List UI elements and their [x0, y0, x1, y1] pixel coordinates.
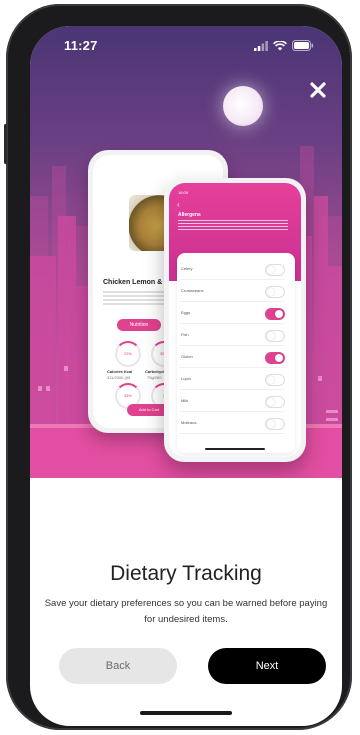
nutrition-tab: Nutrition [117, 319, 161, 331]
mockup-home-indicator [205, 448, 265, 450]
allergens-phone-screen: 16:09 ‹ Allergens Celery Crustaceans Eggs F… [169, 183, 301, 457]
status-time: 11:27 [64, 38, 98, 53]
calories-label: Calories Kcal [107, 369, 133, 374]
mockup-time: 16:09 [178, 190, 189, 195]
wifi-icon [273, 40, 287, 50]
battery-icon [292, 40, 314, 51]
allergens-phone-mockup: 16:09 ‹ Allergens Celery Crustaceans Eggs F… [164, 178, 306, 462]
status-icons [254, 40, 314, 51]
moon [223, 86, 263, 126]
allergen-label: Gluten [181, 354, 193, 359]
allergen-row: Eggs [179, 305, 285, 324]
allergen-label: Molluscs [181, 420, 197, 425]
next-button[interactable]: Next [208, 648, 326, 684]
calories-sub: 311/2000 (69 [107, 375, 131, 380]
close-icon[interactable] [306, 78, 330, 102]
allergen-toggle [265, 396, 285, 408]
home-indicator [140, 711, 232, 715]
allergens-title: Allergens [178, 212, 201, 218]
allergen-toggle [265, 330, 285, 342]
allergen-row: Molluscs [179, 415, 285, 434]
back-button[interactable]: Back [59, 648, 177, 684]
status-bar: 11:27 [30, 26, 342, 70]
allergen-row: Milk [179, 393, 285, 412]
allergen-toggle [265, 286, 285, 298]
page-title: Dietary Tracking [110, 562, 262, 585]
allergen-label: Celery [181, 266, 193, 271]
allergen-toggle [265, 418, 285, 430]
allergen-toggle [265, 352, 285, 364]
allergen-row: Lupin [179, 371, 285, 390]
allergen-label: Milk [181, 398, 189, 403]
carbs-label: Carbohydr [145, 369, 166, 374]
allergen-label: Fish [181, 332, 189, 337]
allergen-toggle [265, 308, 285, 320]
hero-illustration: ✕ Chicken Lemon & Or Nutrition 25% 35% C… [30, 26, 342, 478]
mockup-back-icon: ‹ [177, 200, 180, 209]
allergen-toggle [265, 264, 285, 276]
allergen-toggle [265, 374, 285, 386]
allergens-intro-text [178, 220, 288, 230]
calories-ring: 25% [115, 341, 141, 367]
page-description: Save your dietary preferences so you can… [44, 598, 328, 625]
app-screen: ✕ Chicken Lemon & Or Nutrition 25% 35% C… [30, 26, 342, 726]
carbs-sub: 75g/260 [147, 375, 162, 380]
device-frame: ✕ Chicken Lemon & Or Nutrition 25% 35% C… [4, 4, 352, 730]
allergen-label: Eggs [181, 310, 191, 315]
allergen-row: Crustaceans [179, 283, 285, 302]
food-title: Chicken Lemon & Or [103, 279, 173, 286]
allergen-row: Fish [179, 327, 285, 346]
signal-icon [254, 40, 268, 51]
allergen-label: Lupin [181, 376, 191, 381]
allergen-row: Celery [179, 261, 285, 280]
allergen-row: Gluten [179, 349, 285, 368]
allergen-label: Crustaceans [181, 288, 204, 293]
